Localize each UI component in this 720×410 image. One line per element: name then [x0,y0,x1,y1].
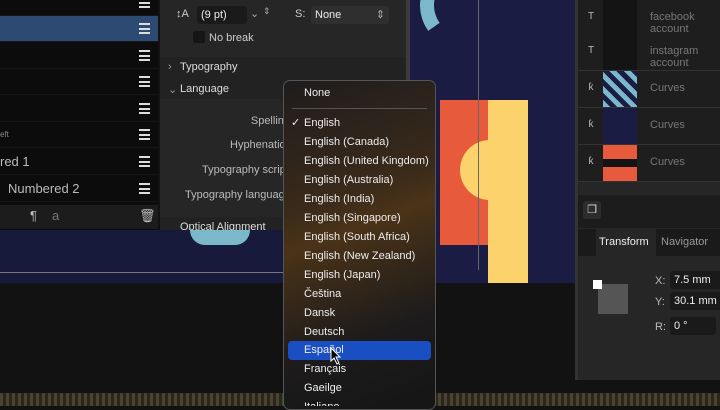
layer-name: Curves [650,119,685,131]
style-row[interactable] [0,0,158,16]
layer-thumbnail [603,34,637,70]
leading-field[interactable]: (9 pt) [197,6,247,24]
style-name: red 1 [0,154,30,169]
menu-item[interactable]: Dansk [288,304,431,323]
menu-item[interactable]: Italiano [288,398,431,406]
spacing-icon: S: [295,8,306,20]
menu-item[interactable]: English (South Africa) [288,228,431,247]
layer-name: Curves [650,82,685,94]
layer-name: facebook account [650,11,695,35]
character-style-icon[interactable]: a [52,208,59,223]
stepper-icon[interactable]: ⇕ [263,6,271,17]
r-label: R: [655,321,666,333]
paragraph-style-icon[interactable]: ¶ [30,208,37,223]
menu-separator [292,108,427,109]
menu-icon[interactable] [139,156,150,167]
layer-row[interactable]: ƙ Curves [578,71,720,108]
chevron-down-icon[interactable]: ⌄ [250,7,259,20]
curves-icon: ƙ [588,119,594,130]
layer-options-icon[interactable]: ❐ [583,201,601,219]
menu-item-espanol-highlighted[interactable]: Español [288,341,431,360]
menu-item[interactable]: Français [288,360,431,379]
menu-icon[interactable] [139,183,150,194]
y-field[interactable]: 30.1 mm [670,292,720,310]
text-layer-icon: T [587,45,595,56]
leading-icon: ↕A [176,8,189,20]
style-row[interactable] [0,96,158,122]
style-name: Numbered 2 [8,181,80,196]
layer-row[interactable]: ƙ Curves [578,145,720,182]
style-row-selected[interactable] [0,16,158,42]
menu-item[interactable]: Gaeilge [288,379,431,398]
menu-icon[interactable] [139,23,150,34]
layer-row[interactable]: Tinstagram account [578,34,720,71]
layer-thumbnail [603,145,637,181]
hyphenation-label: Hyphenation [230,139,286,151]
menu-item[interactable]: English (Canada) [288,133,431,152]
style-name: eft [0,130,9,139]
layer-thumbnail [603,71,637,107]
menu-item-none[interactable]: None [288,84,431,103]
section-typography[interactable]: Typography [180,61,237,73]
layer-row[interactable]: ƙ Curves [578,108,720,145]
no-break-checkbox[interactable] [193,31,205,43]
section-optical-alignment[interactable]: Optical Alignment [180,221,266,230]
style-row[interactable]: eft [0,122,158,148]
menu-item[interactable]: English (United Kingdom) [288,152,431,171]
layer-thumbnail [603,108,637,144]
menu-icon[interactable] [139,0,150,8]
x-field[interactable]: 7.5 mm [670,271,720,289]
style-row[interactable] [0,43,158,69]
styles-toolbar: ¶ a 🗑 [0,205,158,229]
menu-item-english[interactable]: ✓ English [288,114,431,133]
cursor-icon [330,347,342,365]
no-break-label: No break [209,32,254,44]
style-select[interactable]: None ⇕ [311,6,389,24]
layer-name: instagram account [650,45,699,69]
text-layer-icon: T [587,11,595,22]
layers-panel: Tfacebook account Tinstagram account ƙ Cu… [575,0,720,380]
x-label: X: [655,275,666,287]
menu-item[interactable]: Deutsch [288,323,431,342]
menu-item[interactable]: English (Japan) [288,266,431,285]
section-language[interactable]: Language [180,83,229,95]
menu-item[interactable]: English (New Zealand) [288,247,431,266]
menu-item[interactable]: English (Singapore) [288,209,431,228]
typography-script-label: Typography script [202,164,285,176]
menu-icon[interactable] [139,76,150,87]
layer-row[interactable]: Tfacebook account [578,0,720,37]
tab-navigator[interactable]: Navigator [661,229,708,256]
y-label: Y: [655,296,665,308]
trash-icon[interactable]: 🗑 [139,208,156,224]
menu-icon[interactable] [139,103,150,114]
typography-language-label: Typography language [185,189,285,201]
spelling-label: Spelling [250,115,290,127]
text-styles-panel: eft red 1 Numbered 2 [0,0,158,230]
anchor-selector[interactable] [598,284,628,314]
style-row[interactable]: red 1 [0,149,158,175]
curves-icon: ƙ [588,156,594,167]
menu-icon[interactable] [139,129,150,140]
anchor-point-selected[interactable] [593,280,602,289]
style-row[interactable] [0,69,158,95]
checkmark-icon: ✓ [291,117,301,129]
layer-name: Curves [650,156,685,168]
style-row[interactable]: Numbered 2 [0,176,158,202]
tab-transform[interactable]: Transform [596,229,656,256]
layer-thumbnail [603,0,637,36]
chevron-down-icon[interactable]: ⌄ [168,83,177,96]
menu-icon[interactable] [139,50,150,61]
canvas-area [0,230,290,283]
curves-icon: ƙ [588,82,594,93]
menu-item[interactable]: English (India) [288,190,431,209]
menu-item[interactable]: English (Australia) [288,171,431,190]
chevron-right-icon[interactable]: › [168,61,172,73]
language-dropdown-menu: None ✓ English English (Canada) English (… [283,80,436,410]
rotation-field[interactable]: 0 ° [670,317,716,335]
menu-item[interactable]: Čeština [288,285,431,304]
